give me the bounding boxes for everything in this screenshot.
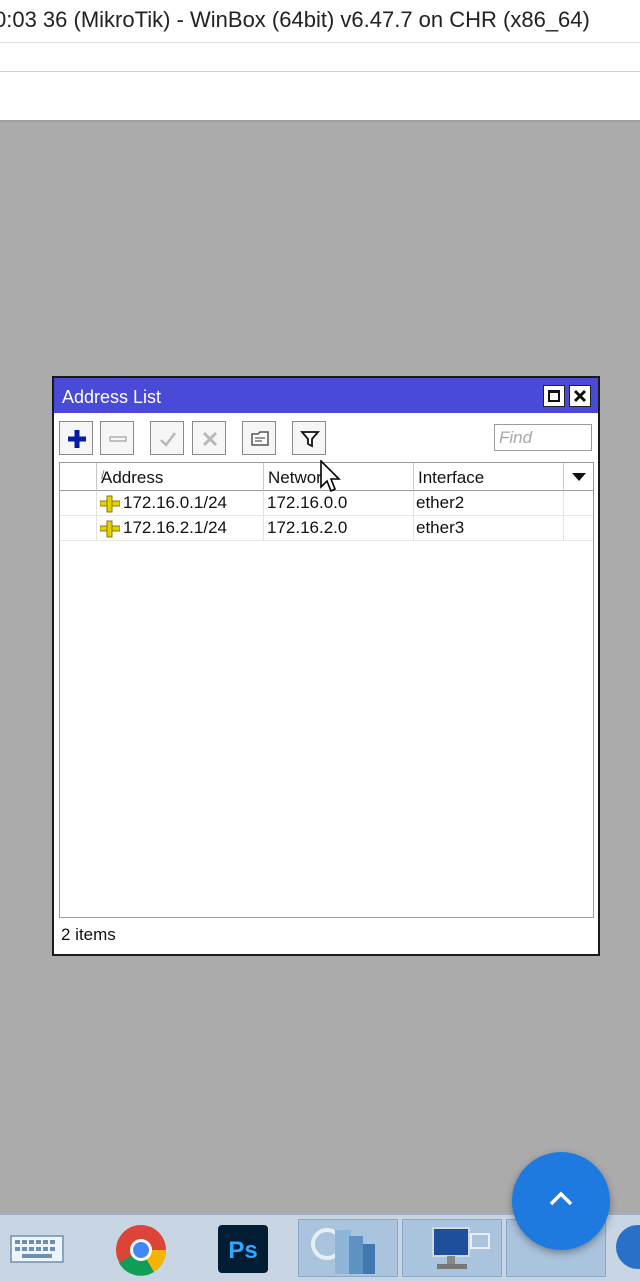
server-manager-button[interactable] [298, 1219, 398, 1277]
cell-interface: ether3 [416, 518, 465, 537]
photoshop-button[interactable]: Ps [210, 1219, 276, 1277]
maximize-button[interactable] [543, 385, 565, 407]
close-button[interactable] [569, 385, 591, 407]
enable-button[interactable] [150, 421, 184, 455]
column-chooser-button[interactable] [564, 463, 593, 491]
cell-network: 172.16.0.0 [267, 493, 348, 512]
remove-icon [109, 436, 127, 442]
svg-text:Ps: Ps [228, 1237, 257, 1264]
address-table: Address / Network Interface 172.16.0.1/2… [59, 462, 594, 918]
app-icon [616, 1225, 640, 1269]
remove-button[interactable] [100, 421, 134, 455]
maximize-icon [548, 390, 560, 402]
disable-icon [202, 431, 218, 447]
mouse-cursor-icon [320, 460, 341, 493]
cell-interface: ether2 [416, 493, 465, 512]
taskbar-app-button[interactable] [608, 1219, 640, 1277]
address-list-title-bar[interactable]: Address List [54, 378, 598, 413]
column-header-flags[interactable] [60, 463, 97, 491]
menu-bar [0, 43, 640, 72]
keyboard-icon [10, 1235, 64, 1263]
add-button[interactable] [59, 421, 93, 455]
chrome-icon [116, 1225, 167, 1276]
comment-icon [251, 431, 269, 446]
scroll-to-top-button[interactable] [512, 1152, 610, 1250]
cell-network: 172.16.2.0 [267, 518, 348, 537]
window-title-bar: 0:03 36 (MikroTik) - WinBox (64bit) v6.4… [0, 0, 640, 43]
enable-icon [160, 432, 176, 447]
disable-button[interactable] [192, 421, 226, 455]
remote-desktop-button[interactable] [402, 1219, 502, 1277]
chevron-up-icon [549, 1191, 573, 1206]
filter-icon [300, 431, 320, 448]
photoshop-icon: Ps [218, 1225, 268, 1273]
address-list-title: Address List [62, 387, 162, 407]
chrome-button[interactable] [108, 1219, 176, 1277]
keyboard-button[interactable] [6, 1219, 68, 1277]
cell-address: 172.16.0.1/24 [123, 493, 227, 512]
server-manager-icon [311, 1228, 375, 1274]
close-icon [573, 389, 587, 403]
cell-address: 172.16.2.1/24 [123, 518, 227, 537]
filter-button[interactable] [292, 421, 326, 455]
column-header-address[interactable]: Address / [97, 463, 264, 491]
add-icon [68, 430, 86, 448]
window-title: 0:03 36 (MikroTik) - WinBox (64bit) v6.4… [0, 7, 590, 32]
item-count: 2 items [61, 925, 116, 944]
table-row[interactable]: 172.16.2.1/24 172.16.2.0 ether3 [60, 516, 593, 541]
computer-icon [432, 1227, 490, 1269]
column-header-interface[interactable]: Interface [414, 463, 564, 491]
main-toolbar [0, 72, 640, 122]
find-input[interactable] [494, 424, 592, 451]
status-bar: 2 items [59, 920, 594, 950]
dropdown-arrow-icon [572, 473, 586, 481]
ip-address-icon [100, 520, 120, 538]
comment-button[interactable] [242, 421, 276, 455]
ip-address-icon [100, 495, 120, 513]
sort-indicator-icon: / [101, 468, 105, 482]
